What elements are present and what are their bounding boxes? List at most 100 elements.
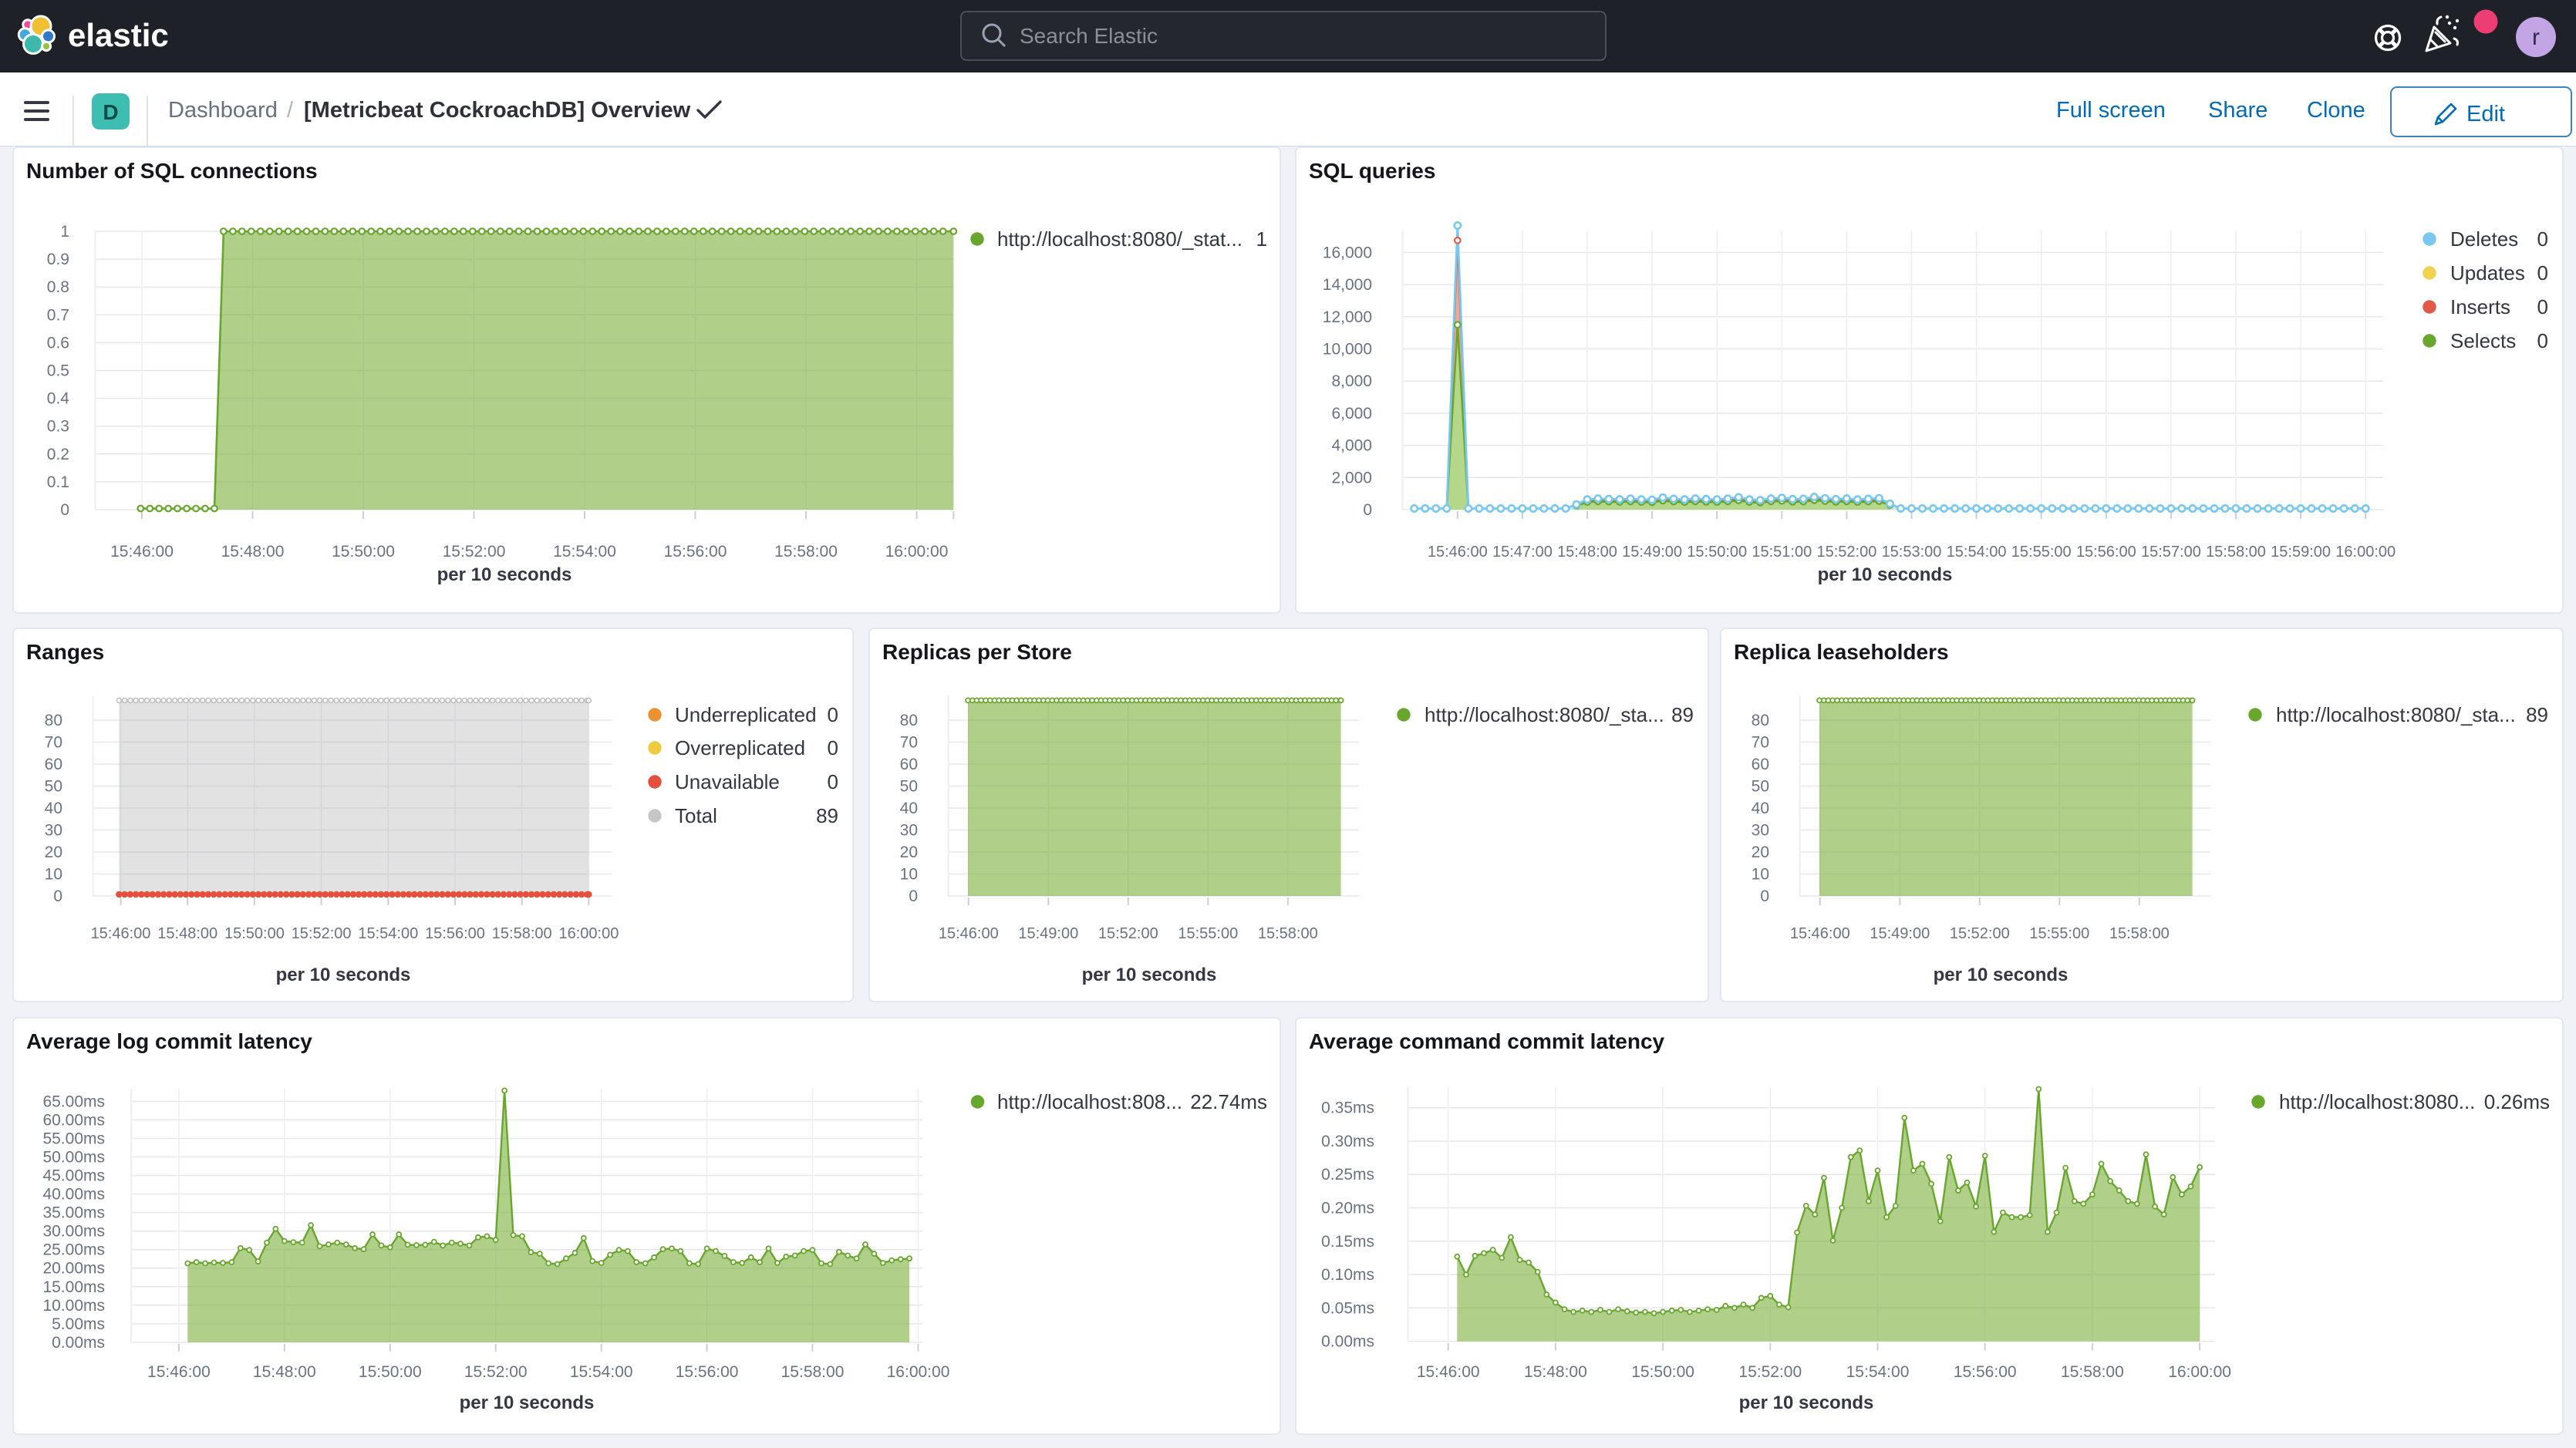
svg-text:15:52:00: 15:52:00 [1950,925,2010,942]
svg-text:25.00ms: 25.00ms [42,1241,105,1259]
svg-text:Edit: Edit [2466,102,2505,126]
svg-text:per 10 seconds: per 10 seconds [1082,965,1217,985]
svg-text:0.8: 0.8 [47,278,69,296]
svg-text:0.7: 0.7 [47,306,69,324]
svg-text:15:46:00: 15:46:00 [1790,925,1850,942]
svg-text:Full screen: Full screen [2056,98,2166,123]
svg-text:89: 89 [1671,703,1694,726]
svg-text:15:48:00: 15:48:00 [157,925,217,942]
svg-text:0: 0 [53,887,62,905]
svg-text:50: 50 [45,778,62,796]
svg-text:60: 60 [900,756,918,773]
svg-text:15:48:00: 15:48:00 [1524,1363,1587,1381]
svg-text:0: 0 [2537,261,2548,285]
svg-text:10: 10 [1752,866,1769,884]
svg-text:15:50:00: 15:50:00 [359,1363,422,1381]
svg-text:15:48:00: 15:48:00 [1557,544,1617,561]
svg-text:15:46:00: 15:46:00 [1428,544,1488,561]
svg-text:15:46:00: 15:46:00 [147,1363,211,1381]
svg-text:15:46:00: 15:46:00 [110,543,174,561]
svg-text:15:55:00: 15:55:00 [2011,544,2072,561]
svg-text:Clone: Clone [2307,98,2365,123]
svg-text:Deletes: Deletes [2450,227,2518,251]
svg-text:30: 30 [45,822,62,840]
svg-text:Share: Share [2208,98,2267,123]
svg-text:50: 50 [900,778,918,796]
svg-text:80: 80 [900,712,918,729]
svg-text:15:49:00: 15:49:00 [1622,544,1682,561]
svg-text:15:56:00: 15:56:00 [425,925,485,942]
svg-text:40.00ms: 40.00ms [42,1186,105,1204]
svg-text:15:56:00: 15:56:00 [2076,544,2136,561]
svg-text:15:58:00: 15:58:00 [1258,925,1318,942]
svg-text:elastic: elastic [68,17,169,53]
svg-text:15:52:00: 15:52:00 [1738,1363,1802,1381]
svg-text:70: 70 [45,734,62,752]
svg-text:Number of SQL connections: Number of SQL connections [26,159,318,183]
svg-text:Updates: Updates [2450,261,2525,285]
svg-text:Total: Total [675,804,717,827]
svg-text:15:55:00: 15:55:00 [1178,925,1238,942]
svg-text:15:54:00: 15:54:00 [553,543,616,561]
svg-text:15:58:00: 15:58:00 [2061,1363,2124,1381]
svg-text:0.20ms: 0.20ms [1321,1200,1374,1217]
svg-text:15.00ms: 15.00ms [42,1278,105,1296]
svg-text:Selects: Selects [2450,329,2516,352]
svg-text:30: 30 [1752,822,1769,840]
svg-text:15:47:00: 15:47:00 [1492,544,1553,561]
svg-text:0.1: 0.1 [47,473,69,491]
svg-text:40: 40 [45,800,62,817]
svg-text:89: 89 [2526,703,2548,726]
svg-text:0.35ms: 0.35ms [1321,1099,1374,1117]
svg-text:22.74ms: 22.74ms [1190,1090,1267,1113]
svg-text:20: 20 [45,844,62,861]
svg-text:60.00ms: 60.00ms [42,1111,105,1129]
svg-text:0.00ms: 0.00ms [1321,1333,1374,1351]
svg-text:30: 30 [900,822,918,840]
svg-text:15:48:00: 15:48:00 [221,543,285,561]
svg-text:0.26ms: 0.26ms [2484,1090,2550,1113]
svg-text:70: 70 [1752,734,1769,752]
svg-text:70: 70 [900,734,918,752]
svg-text:[Metricbeat CockroachDB] Overv: [Metricbeat CockroachDB] Overview [304,98,691,123]
svg-text:60: 60 [45,756,62,773]
svg-text:14,000: 14,000 [1323,276,1372,294]
svg-text:0.25ms: 0.25ms [1321,1166,1374,1184]
svg-text:0.5: 0.5 [47,362,69,380]
svg-text:15:46:00: 15:46:00 [939,925,999,942]
svg-text:50: 50 [1752,778,1769,796]
svg-text:http://localhost:8080/_stat...: http://localhost:8080/_stat... [997,227,1242,251]
svg-text:40: 40 [900,800,918,817]
svg-text:16:00:00: 16:00:00 [2168,1363,2231,1381]
svg-text:15:54:00: 15:54:00 [1846,1363,1910,1381]
svg-text:Replicas per Store: Replicas per Store [882,640,1072,664]
svg-text:0: 0 [1363,501,1372,519]
svg-text:15:51:00: 15:51:00 [1752,544,1812,561]
svg-text:per 10 seconds: per 10 seconds [276,965,411,985]
svg-text:8,000: 8,000 [1331,372,1372,390]
svg-text:Dashboard: Dashboard [168,98,278,123]
svg-text:55.00ms: 55.00ms [42,1130,105,1148]
svg-text:0: 0 [2537,329,2548,352]
svg-text:0: 0 [60,501,69,519]
svg-text:0.05ms: 0.05ms [1321,1299,1374,1317]
svg-text:Unavailable: Unavailable [675,770,780,793]
svg-text:16:00:00: 16:00:00 [558,925,619,942]
svg-text:0: 0 [909,887,918,905]
svg-text:http://localhost:808...: http://localhost:808... [997,1090,1182,1113]
svg-text:15:58:00: 15:58:00 [2206,544,2266,561]
svg-text:6,000: 6,000 [1331,405,1372,423]
svg-text:per 10 seconds: per 10 seconds [437,564,572,585]
svg-text:20.00ms: 20.00ms [42,1260,105,1278]
svg-text:0.15ms: 0.15ms [1321,1233,1374,1251]
svg-text:15:54:00: 15:54:00 [570,1363,633,1381]
svg-text:10: 10 [900,866,918,884]
svg-text:15:56:00: 15:56:00 [664,543,727,561]
svg-text:35.00ms: 35.00ms [42,1204,105,1222]
svg-text:60: 60 [1752,756,1769,773]
svg-text:20: 20 [900,844,918,861]
svg-text:15:50:00: 15:50:00 [1631,1363,1694,1381]
svg-text:Underreplicated: Underreplicated [675,703,817,726]
svg-text:1: 1 [60,223,69,241]
svg-text:per 10 seconds: per 10 seconds [1739,1392,1874,1413]
